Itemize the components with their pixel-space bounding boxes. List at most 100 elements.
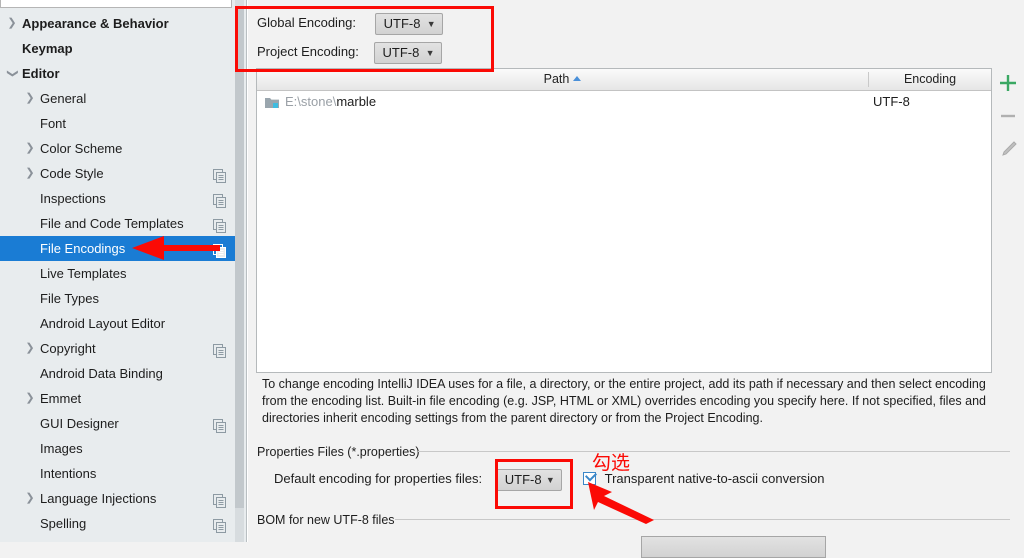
sidebar-item-general[interactable]: ❯ General	[0, 86, 237, 111]
bom-group-title: BOM for new UTF-8 files	[257, 513, 401, 527]
default-properties-encoding-row: Default encoding for properties files: U…	[274, 468, 562, 491]
copy-settings-icon[interactable]	[213, 191, 227, 208]
sidebar-item-label: Inspections	[40, 191, 106, 206]
annotation-text-check-it: 勾选	[592, 452, 631, 474]
chevron-right-icon[interactable]: ❯	[24, 136, 36, 161]
sidebar-item-label: Android Layout Editor	[40, 316, 166, 331]
chevron-down-icon: ▼	[425, 47, 435, 58]
sidebar-item-label: Spelling	[40, 516, 87, 531]
project-encoding-dropdown[interactable]: UTF-8 ▼	[373, 41, 442, 64]
sidebar-divider	[246, 0, 247, 542]
sidebar-item-label: Font	[40, 116, 67, 131]
sidebar-item-label: Images	[40, 441, 83, 456]
sidebar-item-label: GUI Designer	[40, 416, 119, 431]
encodings-table-toolbar	[993, 68, 1023, 173]
remove-path-button[interactable]	[993, 101, 1023, 131]
sidebar-item-label: Intentions	[40, 466, 97, 481]
column-header-encoding[interactable]: Encoding	[869, 69, 991, 90]
table-cell-path: E:\stone\marble	[285, 94, 377, 109]
sidebar-item-appearance-behavior[interactable]: ❯ Appearance & Behavior	[0, 11, 237, 36]
sidebar-item-color-scheme[interactable]: ❯ Color Scheme	[0, 136, 237, 161]
transparent-native-to-ascii-label: Transparent native-to-ascii conversion	[604, 471, 825, 486]
global-encoding-value: UTF-8	[383, 15, 421, 31]
sidebar-item-label: Appearance & Behavior	[22, 16, 169, 31]
copy-settings-icon[interactable]	[213, 241, 227, 258]
sidebar-item-language-injections[interactable]: ❯ Language Injections	[0, 486, 237, 511]
sidebar-item-gui-designer[interactable]: GUI Designer	[0, 411, 237, 436]
sidebar-item-label: Editor	[22, 66, 60, 81]
sidebar-item-spelling[interactable]: Spelling	[0, 511, 237, 536]
settings-search-input[interactable]	[0, 0, 232, 8]
sidebar-item-keymap[interactable]: Keymap	[0, 36, 237, 61]
sidebar-item-label: Emmet	[40, 391, 82, 406]
sidebar-item-intentions[interactable]: Intentions	[0, 461, 237, 486]
chevron-right-icon[interactable]: ❯	[24, 161, 36, 186]
chevron-right-icon[interactable]: ❯	[24, 386, 36, 411]
sidebar-item-label: General	[40, 91, 87, 106]
copy-settings-icon[interactable]	[213, 341, 227, 358]
sidebar-item-label: Android Data Binding	[40, 366, 163, 381]
global-encoding-dropdown[interactable]: UTF-8 ▼	[374, 12, 443, 35]
project-encoding-label: Project Encoding:	[257, 44, 359, 59]
project-encoding-value: UTF-8	[382, 44, 420, 60]
chevron-down-icon[interactable]: ❯	[0, 68, 25, 80]
encodings-table-header: Path Encoding	[257, 69, 991, 91]
chevron-right-icon[interactable]: ❯	[24, 336, 36, 361]
project-encoding-row: Project Encoding: UTF-8 ▼	[257, 41, 442, 64]
copy-settings-icon[interactable]	[213, 416, 227, 433]
encodings-table[interactable]: Path Encoding E:\stone\marble UTF-8	[256, 68, 992, 373]
sidebar-item-emmet[interactable]: ❯ Emmet	[0, 386, 237, 411]
sidebar-item-label: Color Scheme	[40, 141, 123, 156]
copy-settings-icon[interactable]	[213, 516, 227, 533]
sidebar-item-editor[interactable]: ❯ Editor	[0, 61, 237, 86]
pencil-icon[interactable]	[993, 134, 1023, 164]
sidebar-item-inspections[interactable]: Inspections	[0, 186, 237, 211]
chevron-right-icon[interactable]: ❯	[24, 86, 36, 111]
settings-sidebar: ❯ Appearance & Behavior Keymap ❯ Editor ❯ Gene…	[0, 0, 247, 542]
chevron-down-icon: ▼	[545, 474, 555, 485]
chevron-right-icon[interactable]: ❯	[24, 486, 36, 511]
encodings-description: To change encoding IntelliJ IDEA uses fo…	[262, 377, 986, 425]
settings-category-tree: ❯ Appearance & Behavior Keymap ❯ Editor ❯ Gene…	[0, 11, 237, 536]
chevron-right-icon[interactable]: ❯	[6, 11, 18, 36]
sidebar-item-label: Keymap	[22, 41, 73, 56]
default-properties-encoding-value: UTF-8	[504, 471, 542, 487]
table-row[interactable]: E:\stone\marble UTF-8	[257, 91, 991, 113]
default-properties-encoding-dropdown[interactable]: UTF-8 ▼	[495, 468, 562, 491]
global-encoding-label: Global Encoding:	[257, 15, 357, 30]
sidebar-item-images[interactable]: Images	[0, 436, 237, 461]
sidebar-item-live-templates[interactable]: Live Templates	[0, 261, 237, 286]
sort-ascending-icon	[573, 76, 582, 81]
sidebar-item-copyright[interactable]: ❯ Copyright	[0, 336, 237, 361]
sidebar-item-font[interactable]: Font	[0, 111, 237, 136]
properties-files-group-title: Properties Files (*.properties)	[257, 445, 426, 459]
add-path-button[interactable]	[993, 68, 1023, 98]
chevron-down-icon: ▼	[426, 18, 436, 29]
sidebar-item-label: File Encodings	[40, 241, 126, 256]
file-encodings-panel: Global Encoding: UTF-8 ▼ Project Encodin…	[248, 0, 1024, 558]
global-encoding-row: Global Encoding: UTF-8 ▼	[257, 12, 443, 35]
settings-dialog: ❯ Appearance & Behavior Keymap ❯ Editor ❯ Gene…	[0, 0, 1024, 558]
bom-encoding-dropdown[interactable]	[641, 536, 826, 558]
sidebar-item-android-layout-editor[interactable]: Android Layout Editor	[0, 311, 237, 336]
sidebar-item-file-encodings[interactable]: File Encodings	[0, 236, 237, 261]
sidebar-item-label: File Types	[40, 291, 100, 306]
copy-settings-icon[interactable]	[213, 166, 227, 183]
copy-settings-icon[interactable]	[213, 491, 227, 508]
sidebar-item-file-and-code-templates[interactable]: File and Code Templates	[0, 211, 237, 236]
sidebar-item-label: Copyright	[40, 341, 96, 356]
table-cell-encoding[interactable]: UTF-8	[873, 91, 910, 113]
copy-settings-icon[interactable]	[213, 216, 227, 233]
sidebar-item-label: Code Style	[40, 166, 104, 181]
sidebar-item-file-types[interactable]: File Types	[0, 286, 237, 311]
sidebar-item-label: Language Injections	[40, 491, 157, 506]
sidebar-item-label: Live Templates	[40, 266, 127, 281]
sidebar-item-code-style[interactable]: ❯ Code Style	[0, 161, 237, 186]
sidebar-item-label: File and Code Templates	[40, 216, 184, 231]
sidebar-item-android-data-binding[interactable]: Android Data Binding	[0, 361, 237, 386]
folder-icon	[265, 95, 281, 109]
bom-group-divider	[395, 519, 1010, 520]
default-properties-encoding-label: Default encoding for properties files:	[274, 471, 483, 486]
column-header-path[interactable]: Path	[257, 69, 868, 90]
sidebar-scrollbar-thumb[interactable]	[235, 8, 244, 508]
